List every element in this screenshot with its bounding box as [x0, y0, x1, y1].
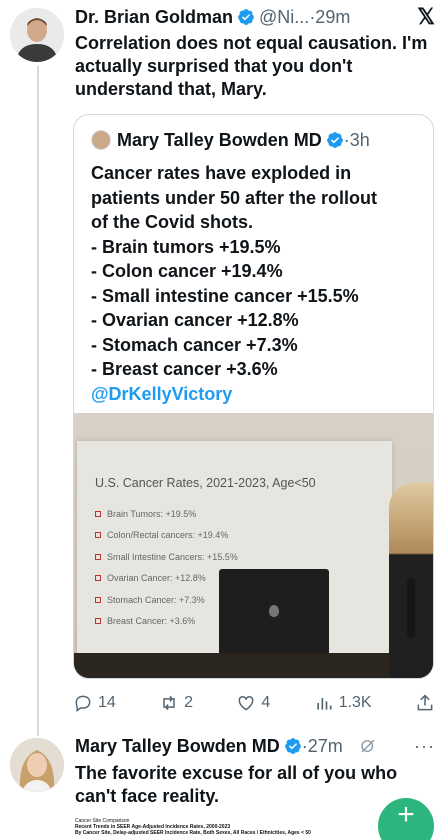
quote-time: ·3h: [343, 129, 370, 150]
caption-line: By Cancer Site, Delay-adjusted SEER Inci…: [75, 830, 311, 836]
plus-icon: +: [397, 798, 415, 831]
like-button[interactable]: 4: [236, 693, 270, 713]
quote-line: - Brain tumors +19.5%: [91, 236, 281, 257]
mention-link[interactable]: @DrKellyVictory: [91, 382, 423, 407]
author-name[interactable]: Dr. Brian Goldman: [75, 7, 233, 28]
avatar-brian-goldman[interactable]: [10, 8, 64, 62]
grok-icon[interactable]: [359, 737, 377, 755]
slide-item: Brain Tumors: +19.5%: [95, 503, 238, 525]
verified-badge-icon: [284, 738, 301, 754]
heart-icon: [239, 695, 254, 711]
chart-caption: Cancer Site Comparison Recent Trends in …: [75, 818, 375, 840]
slide-item: Ovarian Cancer: +12.8%: [95, 568, 238, 590]
tweet-time[interactable]: ·27m: [302, 736, 343, 757]
share-button[interactable]: [415, 693, 435, 713]
repost-button[interactable]: 2: [159, 693, 193, 713]
verified-badge-icon: [326, 132, 343, 148]
slide-item: Colon/Rectal cancers: +19.4%: [95, 525, 238, 547]
views-count: 1.3K: [338, 694, 372, 711]
quote-line: Cancer rates have exploded in: [91, 163, 352, 183]
views-icon: [317, 698, 332, 710]
thread-line: [37, 66, 39, 736]
slide-item: Small Intestine Cancers: +15.5%: [95, 546, 238, 568]
quote-line: - Stomach cancer +7.3%: [91, 334, 298, 355]
quote-line: - Ovarian cancer +12.8%: [91, 310, 299, 330]
quote-line: patients under 50 after the rollout: [91, 187, 378, 208]
like-count: 4: [261, 694, 271, 711]
tweet1-text: Correlation does not equal causation. I'…: [75, 33, 428, 99]
slide-list: Brain Tumors: +19.5% Colon/Rectal cancer…: [95, 503, 238, 632]
verified-badge-icon: [238, 9, 254, 25]
quote-line: - Colon cancer +19.4%: [91, 261, 283, 281]
author-handle[interactable]: @Ni...: [259, 7, 309, 28]
avatar-mary-talley-bowden[interactable]: [10, 738, 64, 792]
tweet-time[interactable]: ·29m: [309, 7, 350, 28]
quote-avatar: [91, 130, 111, 150]
table: [74, 653, 433, 678]
tweet2-header: Mary Talley Bowden MD ·27m ···: [75, 733, 435, 759]
quote-text: Cancer rates have exploded in patients u…: [91, 161, 423, 406]
reply-count: 14: [98, 694, 116, 711]
action-bar: 14 2 4 1.3K: [73, 690, 435, 716]
quote-line: of the Covid shots.: [91, 212, 253, 232]
reply-button[interactable]: 14: [73, 693, 116, 713]
views-button[interactable]: 1.3K: [314, 693, 372, 713]
slide-title: U.S. Cancer Rates, 2021-2023, Age<50: [95, 476, 316, 490]
more-options-button[interactable]: ···: [414, 736, 435, 757]
quote-header: Mary Talley Bowden MD ·3h: [91, 127, 370, 153]
tweet1-header: Dr. Brian Goldman @Ni... ·29m 𝕏: [75, 4, 435, 30]
microphone: [407, 578, 415, 638]
x-logo-icon: 𝕏: [417, 4, 435, 29]
slide-item: Stomach Cancer: +7.3%: [95, 589, 238, 611]
quote-line: - Small intestine cancer +15.5%: [91, 285, 359, 306]
quoted-tweet[interactable]: Mary Talley Bowden MD ·3h Cancer rates h…: [73, 114, 434, 679]
quote-photo[interactable]: U.S. Cancer Rates, 2021-2023, Age<50 Bra…: [74, 413, 433, 678]
tweet2-text: The favorite excuse for all of you who c…: [75, 763, 398, 806]
author-name[interactable]: Mary Talley Bowden MD: [75, 736, 280, 757]
apple-logo-icon: [269, 605, 279, 617]
repost-icon: [163, 695, 175, 711]
quote-line: - Breast cancer +3.6%: [91, 359, 278, 379]
quote-author-name: Mary Talley Bowden MD: [117, 129, 322, 150]
share-icon: [417, 694, 433, 711]
repost-count: 2: [184, 694, 194, 711]
laptop: [219, 569, 329, 659]
reply-icon: [75, 695, 91, 712]
slide-item: Breast Cancer: +3.6%: [95, 611, 238, 633]
